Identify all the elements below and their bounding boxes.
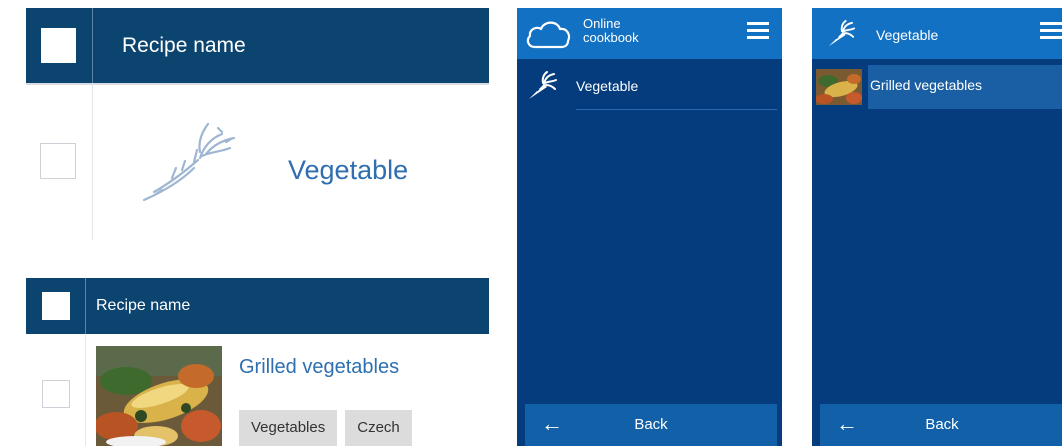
recipe-thumbnail	[96, 346, 222, 446]
recipe-tags: Vegetables Czech	[239, 410, 420, 446]
back-label: Back	[634, 416, 668, 433]
row-checkbox-cell	[26, 334, 86, 446]
list-item-label: Vegetable	[576, 78, 639, 94]
row-checkbox-cell	[26, 85, 93, 240]
column-title-recipe-name[interactable]: Recipe name	[122, 8, 246, 83]
back-button[interactable]: ← Back	[525, 404, 777, 446]
header-checkbox-cell	[26, 8, 93, 83]
app-title-line2: cookbook	[583, 30, 639, 45]
select-all-checkbox[interactable]	[42, 292, 70, 320]
cloud-icon	[526, 21, 571, 49]
recipe-table: Recipe name Grilled vegetables Vegetable…	[26, 278, 489, 446]
recipe-thumbnail	[816, 69, 862, 105]
tag-vegetables[interactable]: Vegetables	[239, 410, 338, 446]
recipe-name-link[interactable]: Grilled vegetables	[239, 356, 399, 379]
hamburger-menu-icon[interactable]	[747, 21, 769, 41]
table-header: Recipe name	[26, 8, 489, 83]
tag-czech[interactable]: Czech	[345, 410, 412, 446]
category-title: Vegetable	[876, 27, 939, 43]
category-name[interactable]: Vegetable	[288, 85, 408, 255]
list-item-grilled-vegetables[interactable]: Grilled vegetables	[812, 65, 1062, 109]
list-divider	[576, 109, 777, 110]
row-checkbox[interactable]	[40, 143, 76, 179]
list-item-vegetable[interactable]: Vegetable	[517, 59, 782, 111]
category-table: Recipe name Vegetable	[26, 8, 489, 240]
row-checkbox[interactable]	[42, 380, 70, 408]
table-header: Recipe name	[26, 278, 489, 334]
app-title: Online cookbook	[583, 17, 639, 45]
carrot-icon	[529, 71, 557, 99]
app-header: Online cookbook	[517, 8, 782, 59]
phone-home-screen: Online cookbook Vegetable ← Back	[517, 8, 782, 446]
column-title-recipe-name[interactable]: Recipe name	[96, 278, 190, 334]
phone-category-screen: Vegetable Grilled vegetables ← Back	[812, 8, 1062, 446]
carrot-icon	[828, 20, 855, 47]
back-button[interactable]: ← Back	[820, 404, 1062, 446]
header-checkbox-cell	[26, 278, 86, 334]
app-title-line1: Online	[583, 16, 621, 31]
table-row[interactable]: Vegetable	[26, 85, 489, 240]
carrot-icon	[142, 122, 236, 202]
back-label: Back	[925, 416, 959, 433]
list-item-label: Grilled vegetables	[870, 77, 983, 93]
app-header: Vegetable	[812, 8, 1062, 59]
table-row[interactable]: Grilled vegetables Vegetables Czech	[26, 334, 489, 446]
hamburger-menu-icon[interactable]	[1040, 21, 1062, 41]
select-all-checkbox[interactable]	[41, 28, 76, 63]
